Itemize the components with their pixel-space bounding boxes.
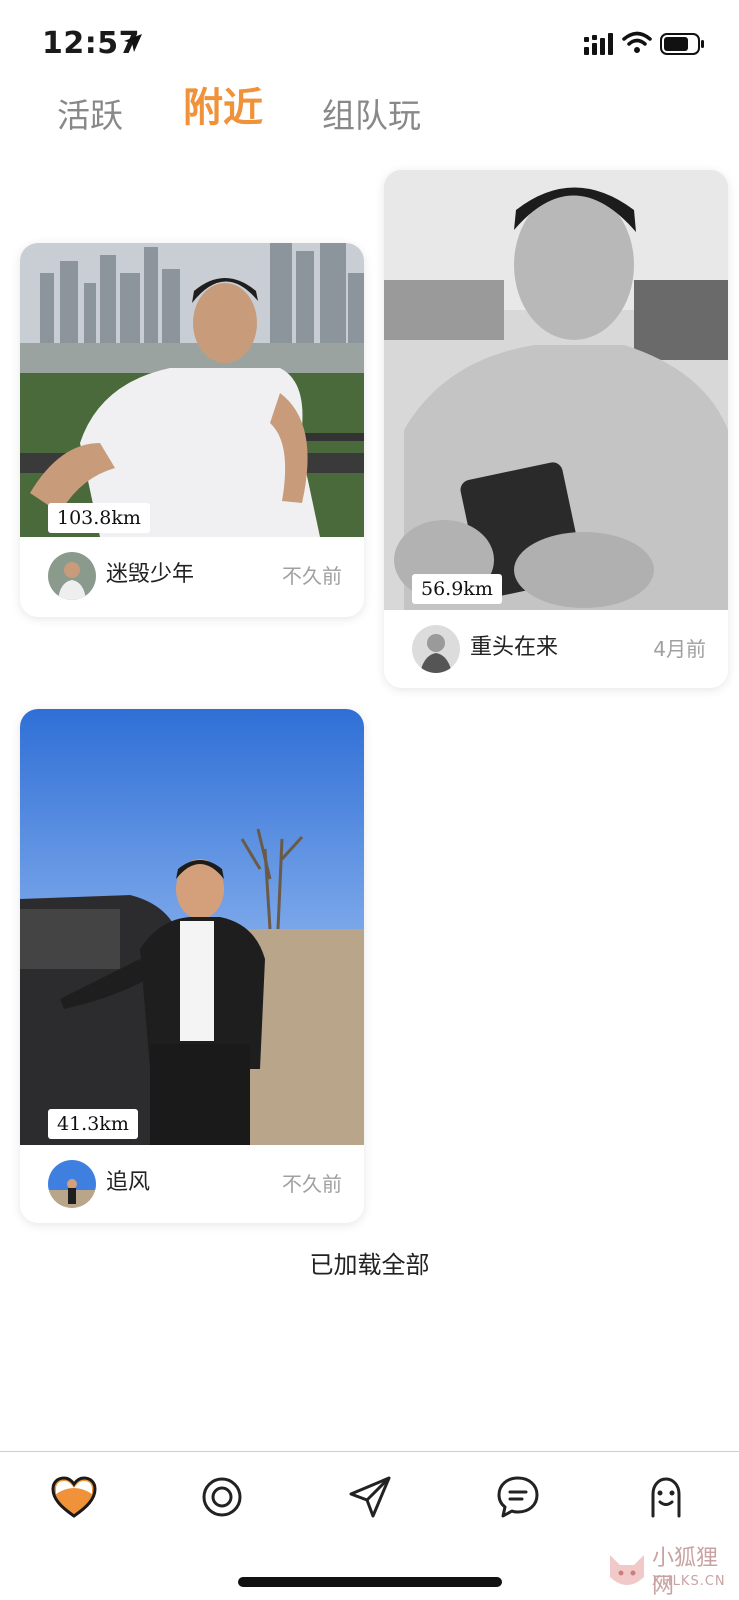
send-icon (349, 1476, 391, 1518)
avatar[interactable] (48, 1160, 96, 1208)
distance-badge: 56.9km (412, 574, 502, 604)
target-icon (202, 1477, 242, 1517)
last-active-time: 不久前 (282, 564, 342, 588)
heart-icon (51, 1476, 97, 1518)
tab-nearby[interactable]: 附近 (183, 84, 263, 132)
user-name[interactable]: 追风 (106, 1167, 150, 1199)
nav-discover[interactable] (199, 1474, 245, 1520)
profile-icon (651, 1477, 681, 1518)
card-footer: 迷毁少年 不久前 (20, 537, 364, 615)
chat-icon (497, 1476, 539, 1518)
user-photo[interactable] (384, 170, 728, 610)
user-name[interactable]: 迷毁少年 (106, 559, 194, 591)
card-footer: 追风 不久前 (20, 1145, 364, 1223)
user-name[interactable]: 重头在来 (470, 632, 558, 664)
nav-messages[interactable] (495, 1474, 541, 1520)
last-active-time: 4月前 (653, 637, 706, 661)
user-card[interactable]: 103.8km 迷毁少年 不久前 (20, 243, 364, 617)
tab-team-play[interactable]: 组队玩 (322, 92, 421, 140)
nav-home[interactable] (51, 1474, 97, 1520)
user-card[interactable]: 56.9km 重头在来 4月前 (384, 170, 728, 688)
distance-badge: 41.3km (48, 1109, 138, 1139)
all-loaded-label: 已加载全部 (309, 1251, 430, 1279)
watermark: 小狐狸网 XHLKS.CN (604, 1543, 739, 1600)
status-bar: 12:57 (0, 0, 739, 90)
location-arrow-icon (124, 34, 142, 52)
avatar[interactable] (412, 625, 460, 673)
watermark-subtext: XHLKS.CN (652, 1574, 726, 1589)
tab-active[interactable]: 活跃 (57, 92, 123, 140)
user-photo[interactable] (20, 243, 364, 537)
top-tabs: 活跃 附近 组队玩 (0, 85, 739, 148)
wifi-icon (622, 31, 652, 53)
avatar[interactable] (48, 552, 96, 600)
home-indicator[interactable] (238, 1577, 502, 1587)
fox-logo-icon (610, 1555, 644, 1585)
battery-icon (660, 33, 704, 55)
cellular-signal-icon (584, 33, 613, 55)
nav-profile[interactable] (643, 1474, 689, 1520)
user-card[interactable]: 41.3km 追风 不久前 (20, 709, 364, 1223)
nav-send[interactable] (347, 1474, 393, 1520)
user-photo[interactable] (20, 709, 364, 1145)
last-active-time: 不久前 (282, 1172, 342, 1196)
card-footer: 重头在来 4月前 (384, 610, 728, 688)
distance-badge: 103.8km (48, 503, 150, 533)
